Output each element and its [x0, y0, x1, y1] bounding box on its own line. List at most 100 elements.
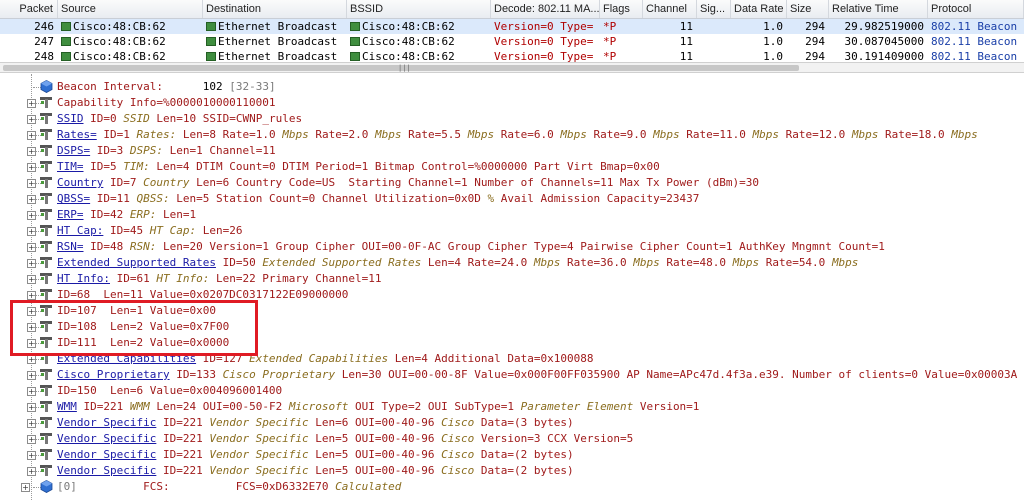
tree-node-element-150[interactable]: + ID=150 Len=6 Value=0x004096001400 [0, 383, 1024, 399]
tree-node-extended-supported-rates[interactable]: + Extended Supported Rates ID=50 Extended… [0, 255, 1024, 271]
tree-node-extended-capabilities[interactable]: + Extended Capabilities ID=127 Extended C… [0, 351, 1024, 367]
packet-cell-text: 294 [805, 20, 825, 33]
decode-text: ERP: [129, 208, 157, 221]
element-link[interactable]: QBSS= [57, 192, 90, 205]
packet-cell-text: 11 [679, 35, 693, 48]
column-header[interactable]: Sig... [697, 0, 731, 18]
element-link[interactable]: Vendor Specific [57, 432, 156, 445]
decode-text: ID=50 [215, 256, 263, 269]
tree-node-element-111[interactable]: + ID=111 Len=2 Value=0x0000 [0, 335, 1024, 351]
tree-node-erp[interactable]: + ERP= ID=42 ERP: Len=1 [0, 207, 1024, 223]
column-header[interactable]: Data Rate [731, 0, 787, 18]
decode-text: Len=6 OUI=00-40-96 [308, 416, 442, 429]
decode-text: Len=4 Additional Data=0x100088 [388, 352, 594, 365]
packet-list[interactable]: Packet Source Destination BSSID Decode: 802.… [0, 0, 1024, 62]
packet-cell-text: 247 [34, 35, 54, 48]
decode-text: Data=(2 bytes) [474, 448, 574, 461]
packet-cell-flags: *P [600, 49, 643, 62]
packet-cell-size: 294 [787, 49, 829, 62]
packet-cell-text: Cisco:48:CB:62 [73, 35, 166, 48]
element-link[interactable]: Extended Capabilities [57, 352, 196, 365]
tree-node-vendor-specific-2[interactable]: + Vendor Specific ID=221 Vendor Specific … [0, 431, 1024, 447]
packet-cell-data-rate: 1.0 [731, 19, 787, 34]
horizontal-scrollbar[interactable]: ||| [0, 62, 1024, 73]
packet-row[interactable]: 248 Cisco:48:CB:62 Ethernet Broadcast Cisco… [0, 49, 1024, 62]
tree-node-country[interactable]: + Country ID=7 Country Len=6 Country Code… [0, 175, 1024, 191]
column-header[interactable]: Size [787, 0, 829, 18]
column-header[interactable]: Decode: 802.11 MA... [491, 0, 600, 18]
column-header[interactable]: Channel [643, 0, 697, 18]
packet-row[interactable]: 246 Cisco:48:CB:62 Ethernet Broadcast Cisco… [0, 19, 1024, 34]
tree-node-vendor-specific-3[interactable]: + Vendor Specific ID=221 Vendor Specific … [0, 447, 1024, 463]
tree-node-rates[interactable]: + Rates= ID=1 Rates: Len=8 Rate=1.0 Mbps … [0, 127, 1024, 143]
tag-element-icon [40, 416, 53, 429]
tree-node-tim[interactable]: + TIM= ID=5 TIM: Len=4 DTIM Count=0 DTIM … [0, 159, 1024, 175]
decode-text: Len=22 Primary Channel=11 [209, 272, 382, 285]
decode-tree[interactable]: Beacon Interval: 102 [32-33] + Capability … [0, 74, 1024, 500]
tree-node-wmm[interactable]: + WMM ID=221 WMM Len=24 OUI=00-50-F2 Micr… [0, 399, 1024, 415]
tag-element-icon [40, 448, 53, 461]
column-header[interactable]: Destination [203, 0, 347, 18]
tree-node-ht-cap[interactable]: + HT Cap: ID=45 HT Cap: Len=26 [0, 223, 1024, 239]
packet-cell-data-rate: 1.0 [731, 49, 787, 62]
element-link[interactable]: WMM [57, 400, 77, 413]
element-link[interactable]: Vendor Specific [57, 448, 156, 461]
packet-cell-text: Cisco:48:CB:62 [73, 20, 166, 33]
element-link[interactable]: HT Cap: [57, 224, 103, 237]
tree-node-vendor-specific-4[interactable]: + Vendor Specific ID=221 Vendor Specific … [0, 463, 1024, 479]
tree-node-beacon-interval[interactable]: Beacon Interval: 102 [32-33] [0, 79, 1024, 95]
packet-cell-text: Ethernet Broadcast [218, 20, 338, 33]
tree-node-element-108[interactable]: + ID=108 Len=2 Value=0x7F00 [0, 319, 1024, 335]
tree-node-cisco-proprietary[interactable]: + Cisco Proprietary ID=133 Cisco Propriet… [0, 367, 1024, 383]
column-header[interactable]: Source [58, 0, 203, 18]
column-header[interactable]: Flags [600, 0, 643, 18]
tag-element-icon [40, 160, 53, 173]
element-link[interactable]: RSN= [57, 240, 84, 253]
element-link[interactable]: Vendor Specific [57, 416, 156, 429]
element-link[interactable]: HT Info: [57, 272, 110, 285]
packet-row[interactable]: 247 Cisco:48:CB:62 Ethernet Broadcast Cisco… [0, 34, 1024, 49]
decode-text: DSPS: [129, 144, 163, 157]
tree-node-vendor-specific-1[interactable]: + Vendor Specific ID=221 Vendor Specific … [0, 415, 1024, 431]
decode-text: Len=1 [156, 208, 197, 221]
tree-node-text: RSN= ID=48 RSN: Len=20 Version=1 Group C… [57, 239, 885, 255]
element-link[interactable]: Vendor Specific [57, 464, 156, 477]
network-node-icon [61, 37, 71, 46]
tree-node-ssid[interactable]: + SSID ID=0 SSID Len=10 SSID=CWNP_rules [0, 111, 1024, 127]
decode-text: ID=221 [156, 416, 210, 429]
element-link[interactable]: Extended Supported Rates [57, 256, 216, 269]
tree-node-element-107[interactable]: + ID=107 Len=1 Value=0x00 [0, 303, 1024, 319]
tree-node-rsn[interactable]: + RSN= ID=48 RSN: Len=20 Version=1 Group … [0, 239, 1024, 255]
tree-node-element-68[interactable]: + ID=68 Len=11 Value=0x0207DC0317122E0900… [0, 287, 1024, 303]
element-link[interactable]: TIM= [57, 160, 84, 173]
expand-toggle-icon[interactable]: + [21, 483, 30, 492]
decode-text: ID=221 [156, 464, 210, 477]
element-link[interactable]: SSID [57, 112, 84, 125]
decode-text: SSID [123, 112, 150, 125]
element-link[interactable]: ERP= [57, 208, 84, 221]
column-header[interactable]: Protocol [928, 0, 1024, 18]
decode-text: Rate=5.5 [401, 128, 468, 141]
element-link[interactable]: DSPS= [57, 144, 90, 157]
element-link[interactable]: Rates= [57, 128, 97, 141]
tree-node-capability-info[interactable]: + Capability Info=%0000010000110001 [0, 95, 1024, 111]
column-header[interactable]: Relative Time [829, 0, 928, 18]
scrollbar-thumb[interactable]: ||| [3, 65, 799, 72]
tree-node-dsps[interactable]: + DSPS= ID=3 DSPS: Len=1 Channel=11 [0, 143, 1024, 159]
element-link[interactable]: Country [57, 176, 103, 189]
packet-cell-text: 802.11 Beacon [931, 20, 1018, 33]
decode-text: Len=8 Rate=1.0 [176, 128, 283, 141]
tree-node-text: WMM ID=221 WMM Len=24 OUI=00-50-F2 Micro… [57, 399, 699, 415]
column-header[interactable]: BSSID [347, 0, 491, 18]
element-link[interactable]: Cisco Proprietary [57, 368, 170, 381]
decode-text: Microsoft [288, 400, 349, 413]
tree-node-fcs[interactable]: + [0] FCS: FCS=0xD6332E70 Calculated [0, 479, 1024, 495]
column-header[interactable]: Packet [0, 0, 58, 18]
tree-node-text: Vendor Specific ID=221 Vendor Specific L… [57, 431, 633, 447]
decode-text: Mbps [732, 256, 760, 269]
decode-text: Mbps [633, 256, 660, 269]
tree-node-qbss[interactable]: + QBSS= ID=11 QBSS: Len=5 Station Count=0… [0, 191, 1024, 207]
tree-node-ht-info[interactable]: + HT Info: ID=61 HT Info: Len=22 Primary … [0, 271, 1024, 287]
field-icon [40, 480, 53, 493]
decode-text: Rate=11.0 [679, 128, 753, 141]
